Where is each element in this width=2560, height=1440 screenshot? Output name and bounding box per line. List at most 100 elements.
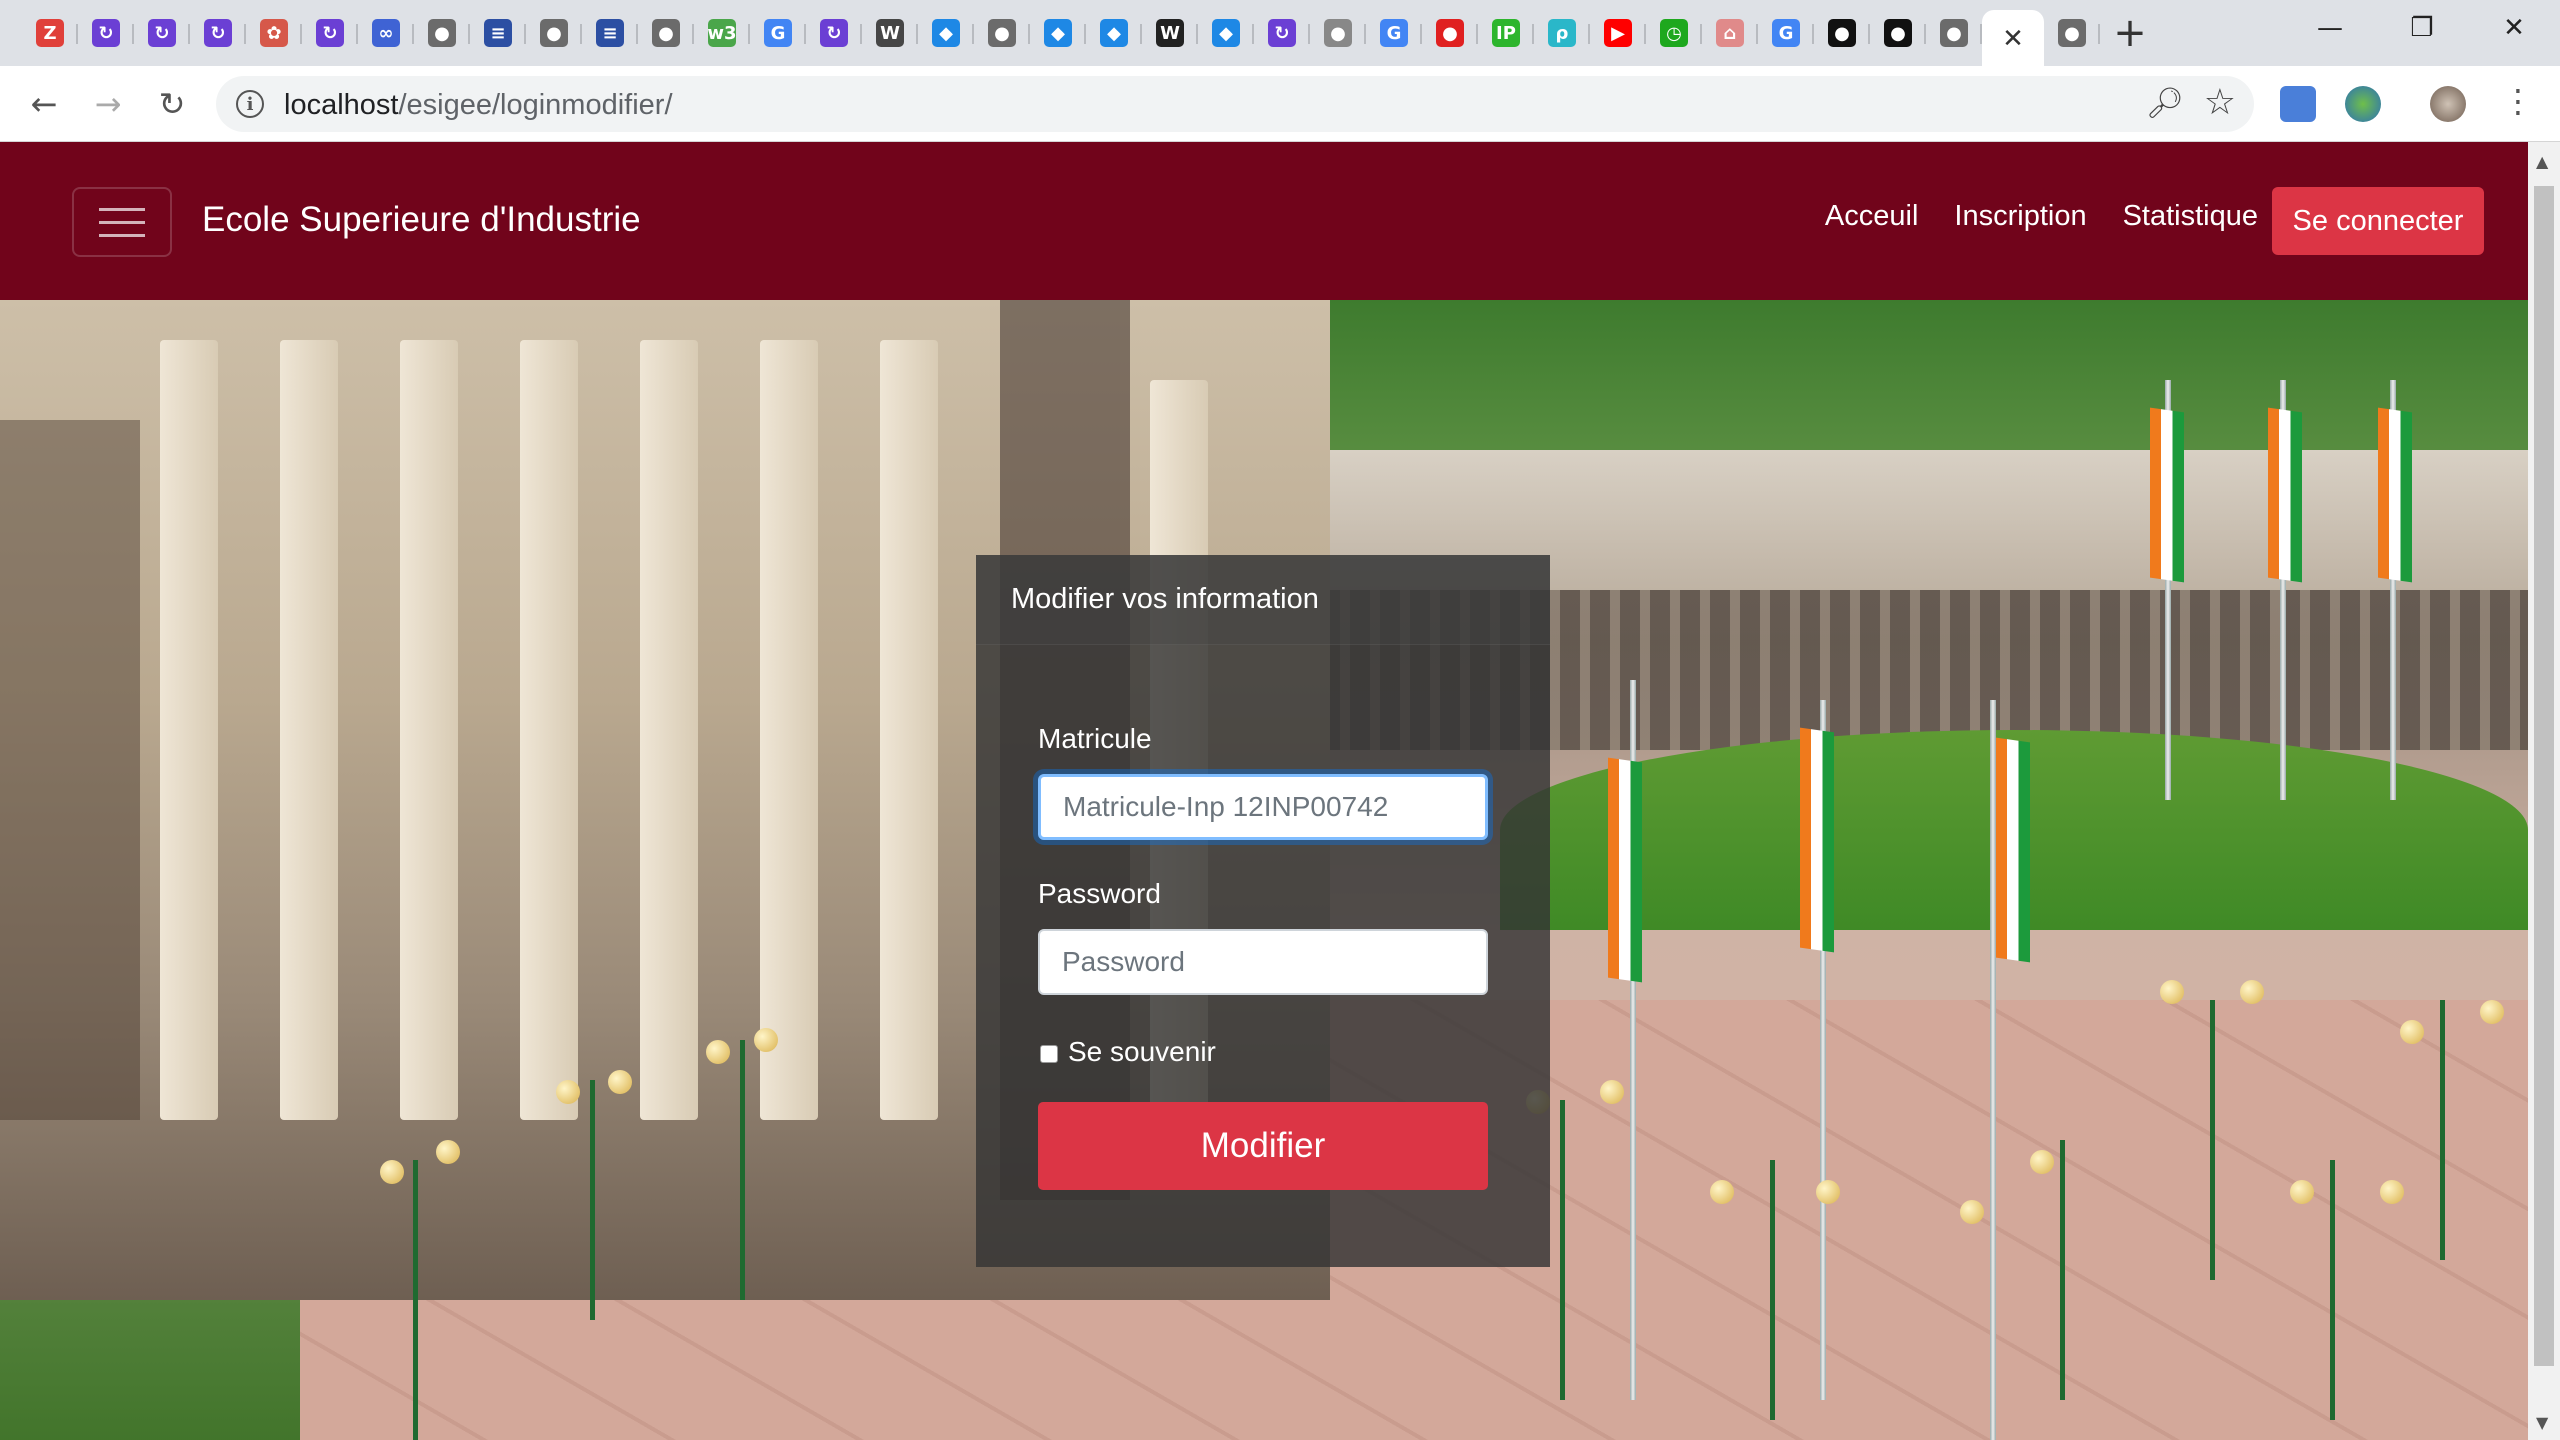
youtube-icon: ▶ bbox=[1604, 19, 1632, 47]
close-tab-icon[interactable]: ✕ bbox=[2002, 23, 2024, 54]
matricule-placeholder: Matricule-Inp 12INP00742 bbox=[1063, 791, 1389, 822]
browser-tab[interactable]: ⌂ bbox=[1702, 10, 1758, 56]
modify-info-card: Modifier vos information Matricule Matri… bbox=[976, 555, 1550, 1267]
ghost-icon: ◆ bbox=[1044, 19, 1072, 47]
minimize-button[interactable]: — bbox=[2284, 0, 2376, 56]
browser-tab[interactable]: ≡ bbox=[470, 10, 526, 56]
matricule-input[interactable]: Matricule-Inp 12INP00742 bbox=[1038, 774, 1488, 840]
url-text[interactable]: localhost/esigee/loginmodifier/ bbox=[284, 89, 673, 122]
browser-tab[interactable]: ● bbox=[414, 10, 470, 56]
browser-tab[interactable]: ↻ bbox=[806, 10, 862, 56]
scroll-up-icon[interactable]: ▲ bbox=[2536, 152, 2548, 171]
url-host: localhost bbox=[284, 89, 399, 121]
browser-tab[interactable]: ✿ bbox=[246, 10, 302, 56]
browser-tab[interactable]: G bbox=[1758, 10, 1814, 56]
tab-app-icon: ↻ bbox=[148, 19, 176, 47]
browser-tab[interactable]: w3 bbox=[694, 10, 750, 56]
browser-tab[interactable]: ● bbox=[1926, 10, 1982, 56]
browser-tab[interactable]: ◆ bbox=[1030, 10, 1086, 56]
browser-tab[interactable]: ● bbox=[2044, 10, 2100, 56]
nav-link-inscription[interactable]: Inscription bbox=[1954, 200, 2086, 233]
wordpress-icon: W bbox=[876, 19, 904, 47]
browser-tab[interactable]: ▶ bbox=[1590, 10, 1646, 56]
browser-tab[interactable]: ↻ bbox=[190, 10, 246, 56]
address-bar[interactable]: i localhost/esigee/loginmodifier/ 🔎︎ ☆ bbox=[216, 76, 2254, 132]
page-scrollbar[interactable]: ▲ ▼ bbox=[2528, 142, 2560, 1440]
zoom-icon[interactable]: 🔎︎ bbox=[2146, 86, 2184, 121]
browser-tab[interactable]: G bbox=[750, 10, 806, 56]
browser-tab-active[interactable]: ✕ bbox=[1982, 10, 2044, 66]
remember-checkbox[interactable] bbox=[1040, 1045, 1058, 1063]
browser-tab[interactable]: ● bbox=[974, 10, 1030, 56]
zotero-icon: Z bbox=[36, 19, 64, 47]
url-path: /esigee/loginmodifier/ bbox=[398, 89, 673, 121]
infinity-icon: ∞ bbox=[372, 19, 400, 47]
bookmark-star-icon[interactable]: ☆ bbox=[2204, 82, 2236, 123]
browser-tab[interactable]: ρ bbox=[1534, 10, 1590, 56]
remember-label[interactable]: Se souvenir bbox=[1068, 1036, 1216, 1068]
globe-icon: ● bbox=[2058, 19, 2086, 47]
modify-submit-button[interactable]: Modifier bbox=[1038, 1102, 1488, 1190]
extension-globe-icon[interactable] bbox=[2345, 86, 2381, 122]
tab-app-icon: ↻ bbox=[1268, 19, 1296, 47]
new-tab-button[interactable]: + bbox=[2100, 10, 2160, 56]
w3c-icon: w3 bbox=[707, 19, 737, 47]
reload-button[interactable]: ↻ bbox=[150, 82, 194, 126]
browser-tab[interactable]: ● bbox=[1310, 10, 1366, 56]
nav-link-acceuil[interactable]: Acceuil bbox=[1825, 200, 1919, 233]
clock-icon: ◷ bbox=[1660, 19, 1688, 47]
browser-tab[interactable]: ● bbox=[1870, 10, 1926, 56]
browser-tab[interactable]: W bbox=[862, 10, 918, 56]
disc-icon: ● bbox=[1324, 19, 1352, 47]
password-input[interactable]: Password bbox=[1038, 929, 1488, 995]
person-icon: ⌂ bbox=[1716, 19, 1744, 47]
ip-icon: IP bbox=[1492, 19, 1520, 47]
browser-tab[interactable]: ● bbox=[1814, 10, 1870, 56]
forward-button[interactable]: → bbox=[86, 82, 130, 126]
browser-tab[interactable]: ◆ bbox=[1086, 10, 1142, 56]
matricule-label: Matricule bbox=[1038, 723, 1152, 754]
scrollbar-thumb[interactable] bbox=[2534, 186, 2554, 1366]
browser-tab[interactable]: W bbox=[1142, 10, 1198, 56]
restore-button[interactable]: ❐ bbox=[2376, 0, 2468, 56]
close-window-button[interactable]: ✕ bbox=[2468, 0, 2560, 56]
browser-menu-icon[interactable]: ⋮ bbox=[2502, 82, 2534, 120]
browser-tab[interactable]: ◆ bbox=[1198, 10, 1254, 56]
google-translate-icon[interactable] bbox=[2280, 86, 2316, 122]
browser-tab[interactable]: ◆ bbox=[918, 10, 974, 56]
ghost-icon: ◆ bbox=[932, 19, 960, 47]
stack-icon: ≡ bbox=[484, 19, 512, 47]
browser-tab[interactable]: ● bbox=[526, 10, 582, 56]
password-label: Password bbox=[1038, 878, 1161, 909]
globe-icon: ● bbox=[988, 19, 1016, 47]
browser-tab[interactable]: ∞ bbox=[358, 10, 414, 56]
browser-tab[interactable]: ↻ bbox=[78, 10, 134, 56]
profile-avatar[interactable] bbox=[2430, 86, 2466, 122]
browser-tab[interactable]: ↻ bbox=[302, 10, 358, 56]
browser-tab[interactable]: ● bbox=[1422, 10, 1478, 56]
browser-tab[interactable]: G bbox=[1366, 10, 1422, 56]
google-icon: G bbox=[1772, 19, 1800, 47]
site-info-icon[interactable]: i bbox=[236, 90, 264, 118]
web-page: Ecole Superieure d'Industrie Acceuil Ins… bbox=[0, 142, 2528, 1440]
site-navbar: Ecole Superieure d'Industrie Acceuil Ins… bbox=[0, 142, 2528, 300]
browser-tab-strip: Z ↻ ↻ ↻ ✿ ↻ ∞ ● ≡ ● ≡ ● w3 G ↻ W ◆ ● ◆ ◆ W ◆ ↻ ● G ● IP ρ ▶ ◷ ⌂ G ● ● ● ✕ ● +… bbox=[0, 0, 2560, 66]
site-brand[interactable]: Ecole Superieure d'Industrie bbox=[202, 200, 641, 240]
tab-list: Z ↻ ↻ ↻ ✿ ↻ ∞ ● ≡ ● ≡ ● w3 G ↻ W ◆ ● ◆ ◆ W ◆ ↻ ● G ● IP ρ ▶ ◷ ⌂ G ● ● ● ✕ ● + bbox=[22, 10, 2160, 66]
browser-tab[interactable]: ≡ bbox=[582, 10, 638, 56]
nav-link-statistique[interactable]: Statistique bbox=[2123, 200, 2258, 233]
browser-tab[interactable]: ● bbox=[638, 10, 694, 56]
google-icon: G bbox=[764, 19, 792, 47]
login-button[interactable]: Se connecter bbox=[2272, 187, 2484, 255]
browser-tab[interactable]: IP bbox=[1478, 10, 1534, 56]
browser-tab[interactable]: Z bbox=[22, 10, 78, 56]
browser-tab[interactable]: ↻ bbox=[134, 10, 190, 56]
hamburger-menu-icon[interactable] bbox=[72, 187, 172, 257]
github-icon: ● bbox=[1828, 19, 1856, 47]
tp-link-icon: ρ bbox=[1548, 19, 1576, 47]
scroll-down-icon[interactable]: ▼ bbox=[2536, 1413, 2548, 1432]
globe-icon: ● bbox=[428, 19, 456, 47]
browser-tab[interactable]: ↻ bbox=[1254, 10, 1310, 56]
back-button[interactable]: ← bbox=[22, 82, 66, 126]
browser-tab[interactable]: ◷ bbox=[1646, 10, 1702, 56]
